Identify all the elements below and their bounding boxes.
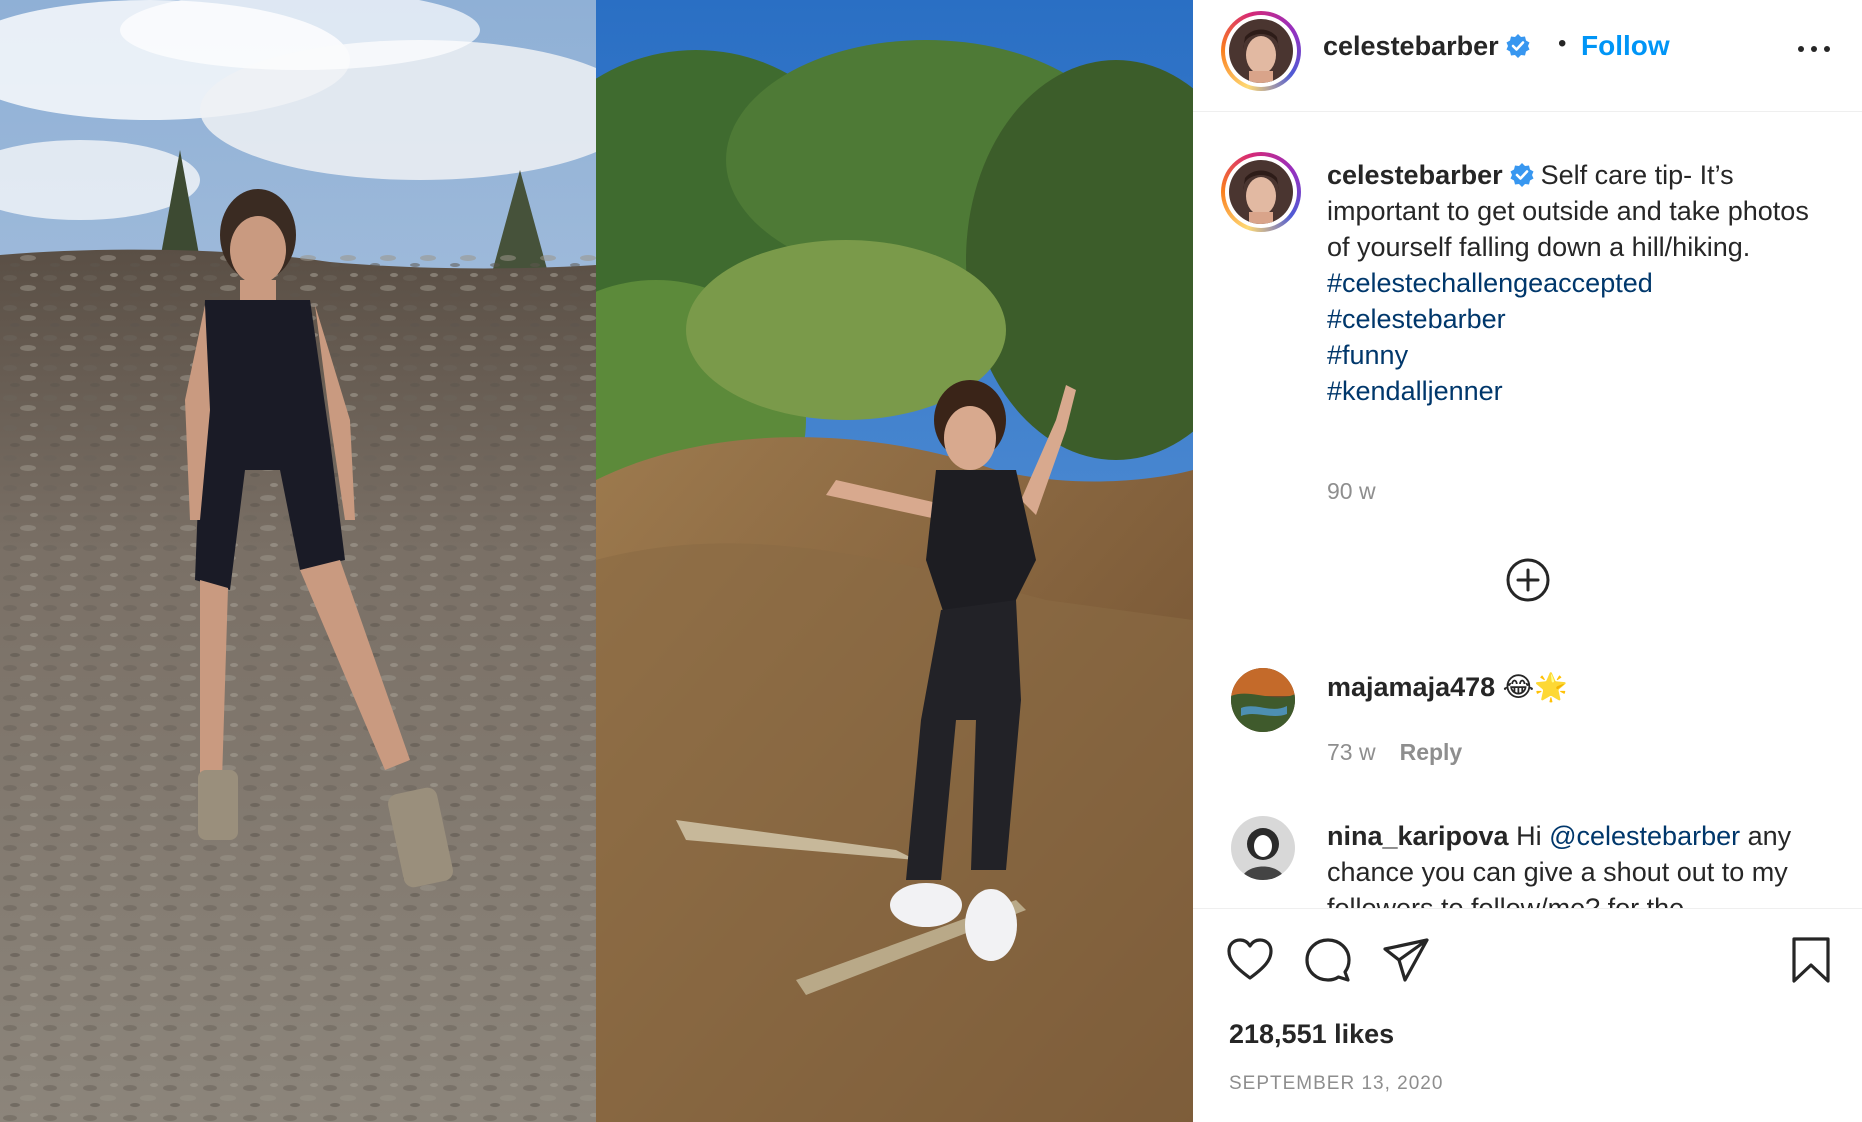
comment-text-row: nina_karipova Hi @celestebarber any chan… <box>1327 818 1837 908</box>
caption-timestamp[interactable]: 90 w <box>1327 478 1376 505</box>
post-header: celestebarber • Follow <box>1193 0 1862 112</box>
reply-button[interactable]: Reply <box>1400 739 1463 765</box>
hashtag-link[interactable]: #celestechallengeaccepted <box>1327 265 1837 301</box>
caption-body: celestebarber Self care tip- It’s importa… <box>1327 157 1837 409</box>
verified-badge-icon <box>1505 33 1531 59</box>
post-photo-left <box>0 0 596 1122</box>
comment-text: 😂🌟 <box>1502 672 1568 702</box>
post-media[interactable] <box>0 0 1193 1122</box>
comment-meta: 73 w Reply <box>1327 739 1462 766</box>
author-username[interactable]: celestebarber <box>1323 31 1499 61</box>
author-avatar[interactable] <box>1221 11 1301 91</box>
hashtag-link[interactable]: #kendalljenner <box>1327 373 1837 409</box>
hashtag-link[interactable]: #funny <box>1327 337 1837 373</box>
follow-button[interactable]: Follow <box>1581 30 1670 62</box>
bookmark-icon[interactable] <box>1786 935 1836 985</box>
like-icon[interactable] <box>1225 935 1275 985</box>
post-date[interactable]: SEPTEMBER 13, 2020 <box>1229 1073 1443 1095</box>
commenter-avatar[interactable] <box>1231 668 1295 732</box>
caption-verified-badge-icon <box>1509 162 1535 188</box>
caption-author-avatar[interactable] <box>1221 152 1301 232</box>
likes-count[interactable]: 218,551 likes <box>1229 1019 1394 1050</box>
commenter-avatar[interactable] <box>1231 816 1295 880</box>
author-username-row: celestebarber <box>1323 31 1531 62</box>
post-side-panel: celestebarber • Follow celestebarber Self… <box>1193 0 1862 1122</box>
comment-timestamp[interactable]: 73 w <box>1327 739 1376 765</box>
more-options-icon[interactable] <box>1796 36 1832 60</box>
commenter-username[interactable]: majamaja478 <box>1327 672 1495 702</box>
author-avatar-image <box>1229 19 1293 83</box>
commenter-username[interactable]: nina_karipova <box>1327 821 1509 851</box>
post-footer: 218,551 likes SEPTEMBER 13, 2020 <box>1193 908 1862 1122</box>
comment-text: Hi <box>1516 821 1550 851</box>
comment-icon[interactable] <box>1303 935 1353 985</box>
header-separator-dot: • <box>1558 30 1567 57</box>
caption-author-avatar-image <box>1229 160 1293 224</box>
photo-right-image <box>596 0 1193 1122</box>
comments-section[interactable]: celestebarber Self care tip- It’s importa… <box>1193 113 1862 908</box>
mention-link[interactable]: @celestebarber <box>1549 821 1740 851</box>
share-icon[interactable] <box>1381 935 1431 985</box>
post-photo-right <box>596 0 1193 1122</box>
photo-left-image <box>0 0 596 1122</box>
caption-username[interactable]: celestebarber <box>1327 160 1503 190</box>
load-more-comments-icon[interactable] <box>1505 557 1551 603</box>
comment-text-row: majamaja478 😂🌟 <box>1327 669 1568 705</box>
hashtag-link[interactable]: #celestebarber <box>1327 301 1837 337</box>
